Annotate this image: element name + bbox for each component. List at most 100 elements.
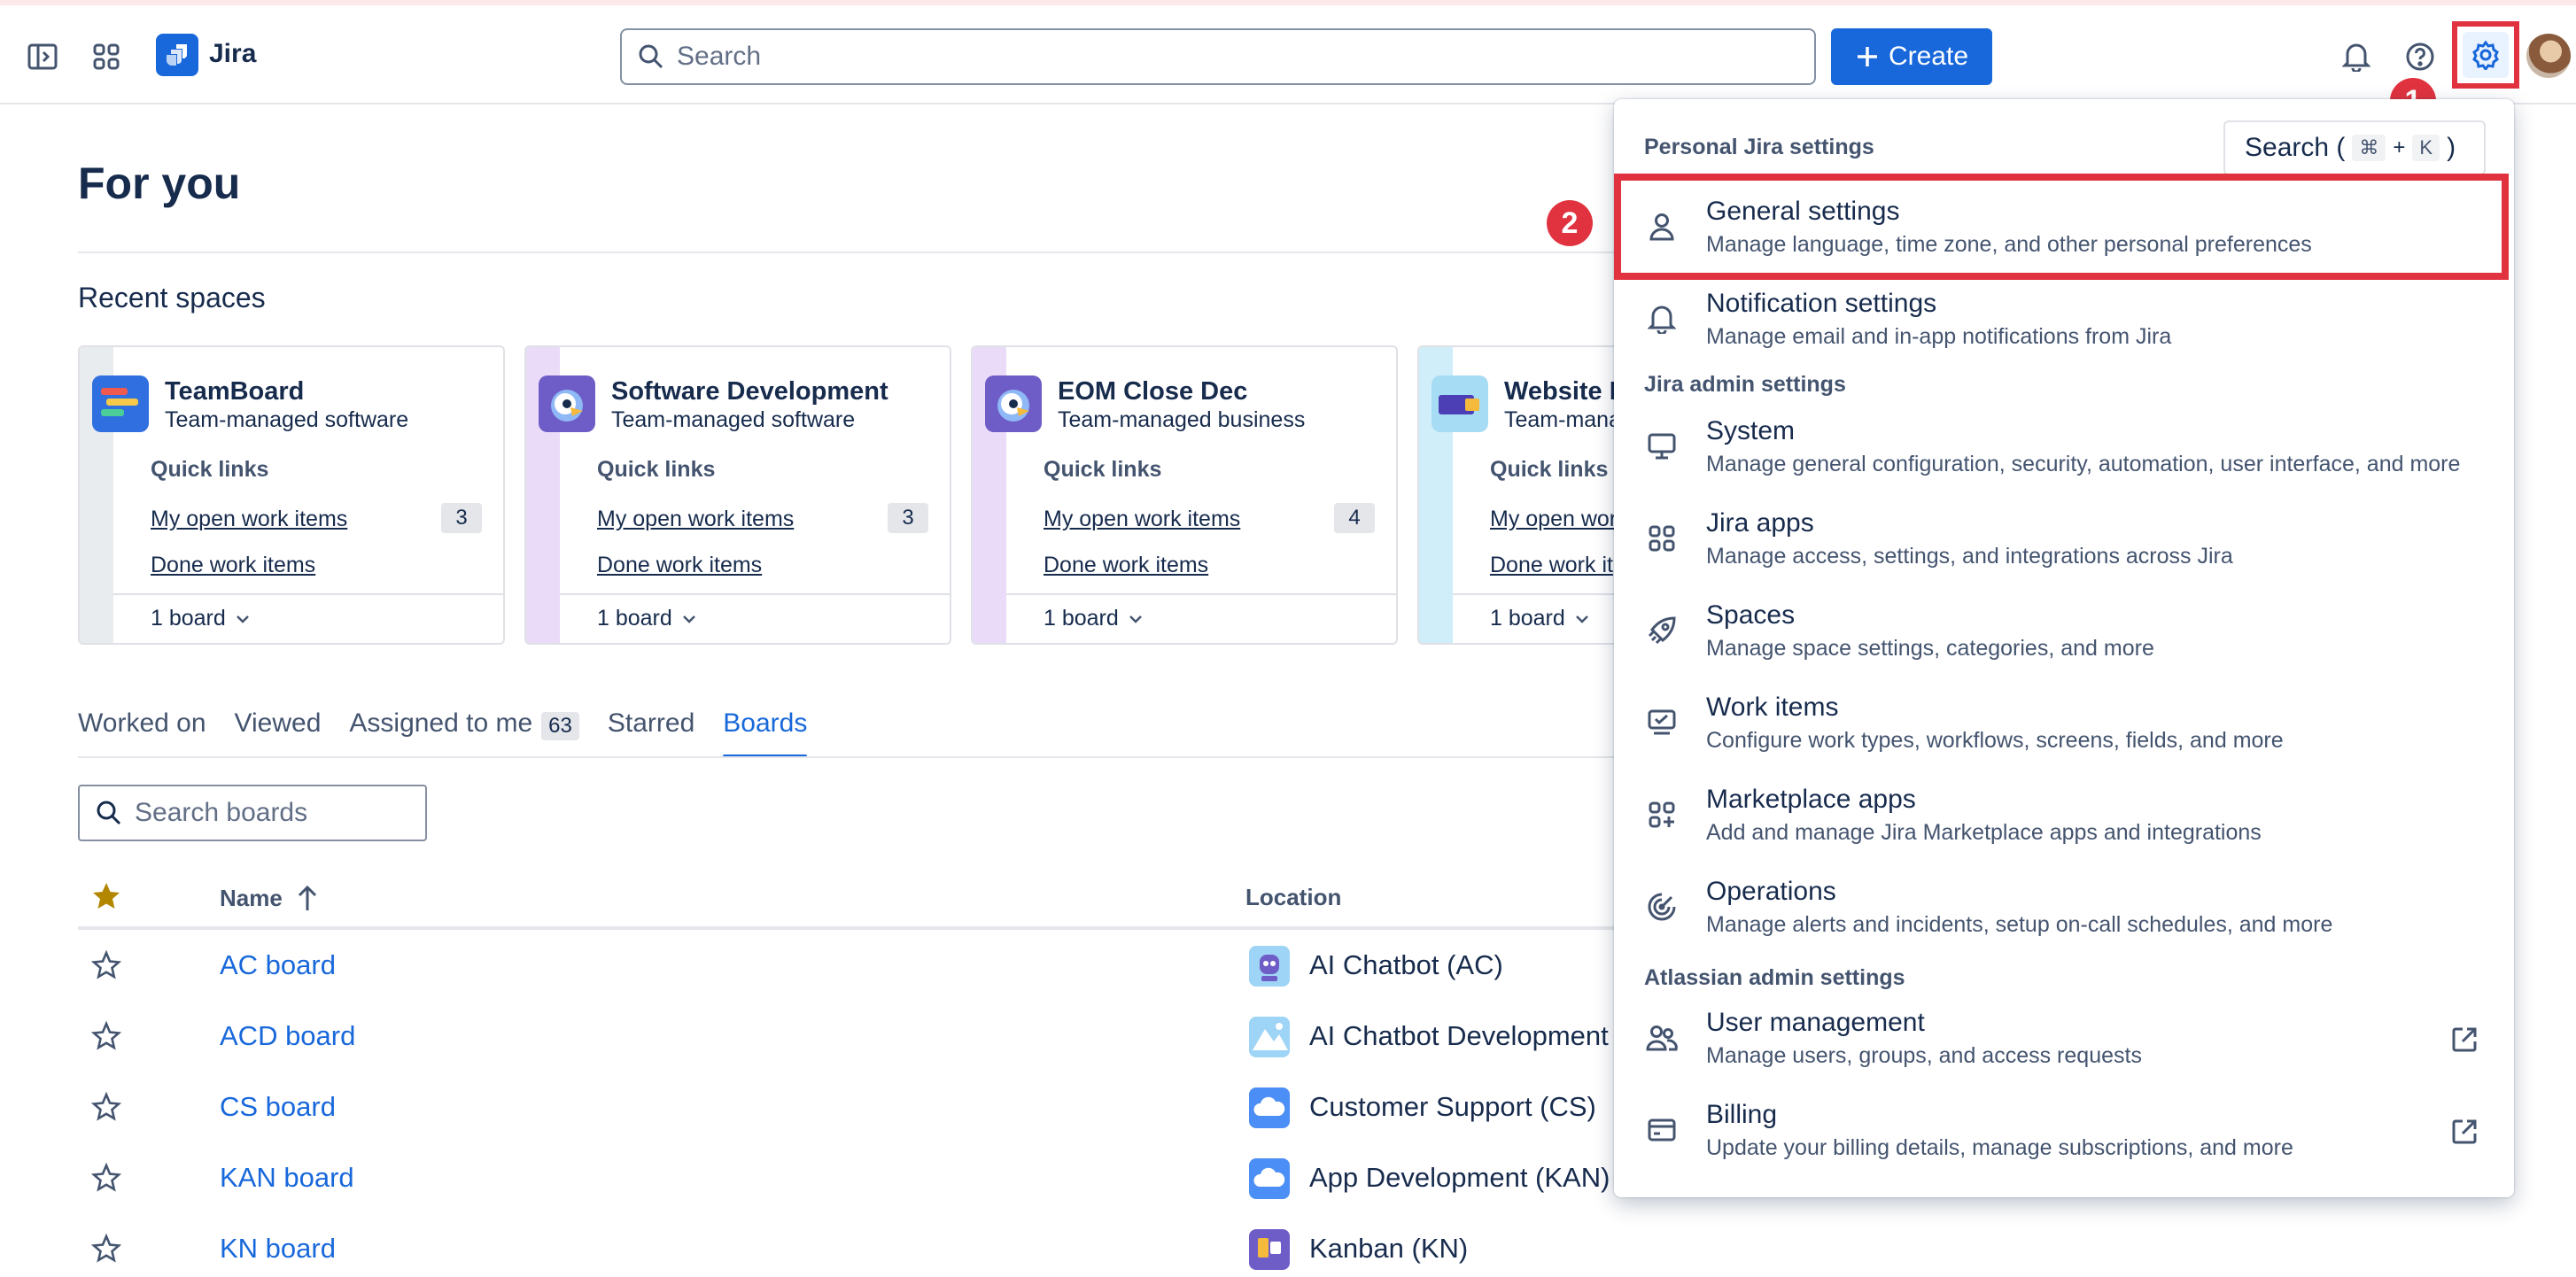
settings-search-button[interactable]: Search ( ⌘ + K ) [2223,120,2486,175]
menu-item-spaces[interactable]: Spaces Manage space settings, categories… [1614,586,2514,678]
settings-gear-icon[interactable] [2463,32,2509,78]
menu-item-marketplace-apps[interactable]: Marketplace apps Add and manage Jira Mar… [1614,770,2514,863]
menu-item-work-items[interactable]: Work items Configure work types, workflo… [1614,678,2514,770]
card-divider [113,593,503,595]
board-name-link[interactable]: KAN board [220,1162,354,1194]
done-work-items-link[interactable]: Done work items [1044,553,1208,578]
location-column-label: Location [1245,884,1342,910]
menu-item-title: System [1706,416,1796,445]
board-name-link[interactable]: AC board [220,949,336,981]
menu-item-billing[interactable]: Billing Update your billing details, man… [1614,1086,2514,1178]
done-work-items-link[interactable]: Done work it [1490,553,1613,578]
for-you-tabs: Worked on Viewed Assigned to me 63 Starre… [78,708,808,758]
operations-icon [1644,889,1680,925]
menu-item-title: Spaces [1706,600,1796,630]
notifications-bell-icon[interactable] [2332,32,2381,81]
card-divider [1006,593,1396,595]
space-type: Team-managed business [1058,407,1306,432]
atlassian-admin-settings-header: Atlassian admin settings [1644,965,1905,990]
menu-item-operations[interactable]: Operations Manage alerts and incidents, … [1614,863,2514,955]
menu-item-description: Manage space settings, categories, and m… [1706,636,2154,661]
space-name[interactable]: Website R [1504,377,1628,406]
star-outline-icon[interactable] [90,1233,122,1265]
marketplace-icon [1644,797,1680,832]
apps-icon [1644,521,1680,556]
name-column-header[interactable]: Name [220,884,320,912]
jira-logo-icon[interactable] [156,34,198,76]
menu-item-description: Manage email and in-app notifications fr… [1706,324,2172,349]
boards-dropdown[interactable]: 1 board [1044,606,1145,631]
open-items-count: 3 [888,503,928,533]
boards-label: 1 board [1490,606,1565,631]
board-location[interactable]: AI Chatbot Development ( [1309,1020,1626,1052]
space-card-teamboard[interactable]: TeamBoard Team-managed software Quick li… [78,345,505,645]
chevron-down-icon [236,615,249,623]
star-column-icon[interactable] [90,880,122,912]
menu-item-title: Notification settings [1706,289,1937,318]
global-search-input[interactable]: Search [620,28,1816,85]
space-card-software-development[interactable]: Software Development Team-managed softwa… [524,345,951,645]
board-location[interactable]: Kanban (KN) [1309,1233,1468,1265]
menu-item-notification-settings[interactable]: Notification settings Manage email and i… [1614,275,2514,367]
my-open-work-items-link[interactable]: My open work items [151,507,347,532]
tab-boards[interactable]: Boards [723,708,808,758]
tab-starred[interactable]: Starred [608,708,694,758]
board-location[interactable]: App Development (KAN) [1309,1162,1610,1194]
board-name-link[interactable]: KN board [220,1233,336,1265]
help-icon[interactable] [2395,32,2445,81]
space-name[interactable]: Software Development [611,377,888,406]
search-placeholder: Search [677,42,762,71]
board-location[interactable]: Customer Support (CS) [1309,1091,1596,1123]
tab-assigned-to-me[interactable]: Assigned to me 63 [349,708,579,758]
my-open-work-items-link[interactable]: My open wor [1490,507,1617,532]
people-icon [1644,1020,1680,1056]
credit-card-icon [1644,1112,1680,1148]
star-outline-icon[interactable] [90,1162,122,1194]
menu-item-title: Jira apps [1706,508,1814,538]
star-outline-icon[interactable] [90,1020,122,1052]
menu-item-jira-apps[interactable]: Jira apps Manage access, settings, and i… [1614,494,2514,586]
location-column-header[interactable]: Location [1245,884,1341,911]
settings-button-highlight [2452,21,2519,89]
divider [78,252,1637,253]
search-boards-input[interactable]: Search boards [78,785,427,841]
tab-label: Viewed [234,708,322,738]
space-name[interactable]: TeamBoard [165,377,304,406]
jira-admin-settings-header: Jira admin settings [1644,372,1846,397]
boards-dropdown[interactable]: 1 board [151,606,252,631]
table-row[interactable]: CS board Customer Support (CS) [78,1072,1637,1142]
app-name[interactable]: Jira [209,39,256,69]
table-row[interactable]: AC board AI Chatbot (AC) [78,930,1637,1001]
table-row[interactable]: KN board Kanban (KN) [78,1213,1637,1277]
general-settings-highlight [1614,174,2509,280]
tab-label: Worked on [78,708,206,738]
my-open-work-items-link[interactable]: My open work items [597,507,794,532]
boards-dropdown[interactable]: 1 board [1490,606,1592,631]
create-button[interactable]: Create [1831,28,1992,85]
done-work-items-link[interactable]: Done work items [597,553,762,578]
app-switcher-icon[interactable] [81,32,131,81]
my-open-work-items-link[interactable]: My open work items [1044,507,1240,532]
table-row[interactable]: ACD board AI Chatbot Development ( [78,1001,1637,1072]
recent-spaces-title: Recent spaces [78,282,266,313]
done-work-items-link[interactable]: Done work items [151,553,315,578]
table-row[interactable]: KAN board App Development (KAN) [78,1142,1637,1213]
board-name-link[interactable]: ACD board [220,1020,355,1052]
space-type: Team-mana [1504,407,1621,432]
space-card-eom-close-dec[interactable]: EOM Close Dec Team-managed business Quic… [971,345,1398,645]
menu-item-user-management[interactable]: User management Manage users, groups, an… [1614,994,2514,1086]
board-name-link[interactable]: CS board [220,1091,336,1123]
star-outline-icon[interactable] [90,1091,122,1123]
boards-dropdown[interactable]: 1 board [597,606,699,631]
tab-worked-on[interactable]: Worked on [78,708,206,758]
callout-badge-2: 2 [1547,200,1593,246]
tab-viewed[interactable]: Viewed [235,708,322,758]
eom-close-dec-space-icon [985,375,1042,432]
sidebar-toggle-icon[interactable] [18,32,67,81]
user-avatar[interactable] [2526,34,2571,78]
board-location[interactable]: AI Chatbot (AC) [1309,949,1503,981]
tab-label: Boards [723,708,808,738]
star-outline-icon[interactable] [90,949,122,981]
menu-item-system[interactable]: System Manage general configuration, sec… [1614,402,2514,494]
space-name[interactable]: EOM Close Dec [1058,377,1247,406]
